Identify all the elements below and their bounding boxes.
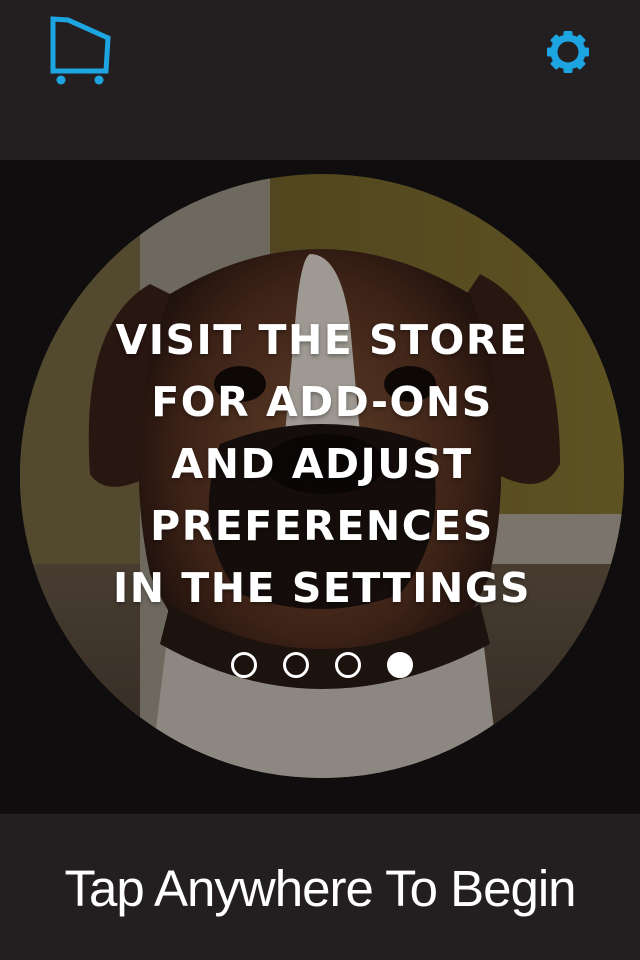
onboarding-carousel[interactable]: VISIT THE STORE FOR ADD-ONS AND ADJUST P… [0,160,640,814]
message-line: IN THE SETTINGS [112,564,532,612]
begin-bar[interactable]: Tap Anywhere To Begin [0,814,640,960]
store-button[interactable] [46,14,114,86]
top-bar [0,0,640,160]
page-dot-4-active[interactable] [387,652,413,678]
app-screen: VISIT THE STORE FOR ADD-ONS AND ADJUST P… [0,0,640,960]
dog-photo: VISIT THE STORE FOR ADD-ONS AND ADJUST P… [20,174,624,778]
shopping-cart-icon [50,16,111,85]
onboarding-message: VISIT THE STORE FOR ADD-ONS AND ADJUST P… [80,309,564,619]
tap-to-begin-label: Tap Anywhere To Begin [64,860,576,917]
page-indicator [20,652,624,682]
page-dot-2[interactable] [283,652,309,678]
message-line: PREFERENCES [150,502,494,550]
message-line: VISIT THE STORE [115,316,529,364]
message-line: AND ADJUST [171,440,473,488]
page-dot-3[interactable] [335,652,361,678]
message-line: FOR ADD-ONS [151,378,493,426]
page-dot-1[interactable] [231,652,257,678]
settings-button[interactable] [544,28,592,76]
gear-icon [547,31,589,73]
